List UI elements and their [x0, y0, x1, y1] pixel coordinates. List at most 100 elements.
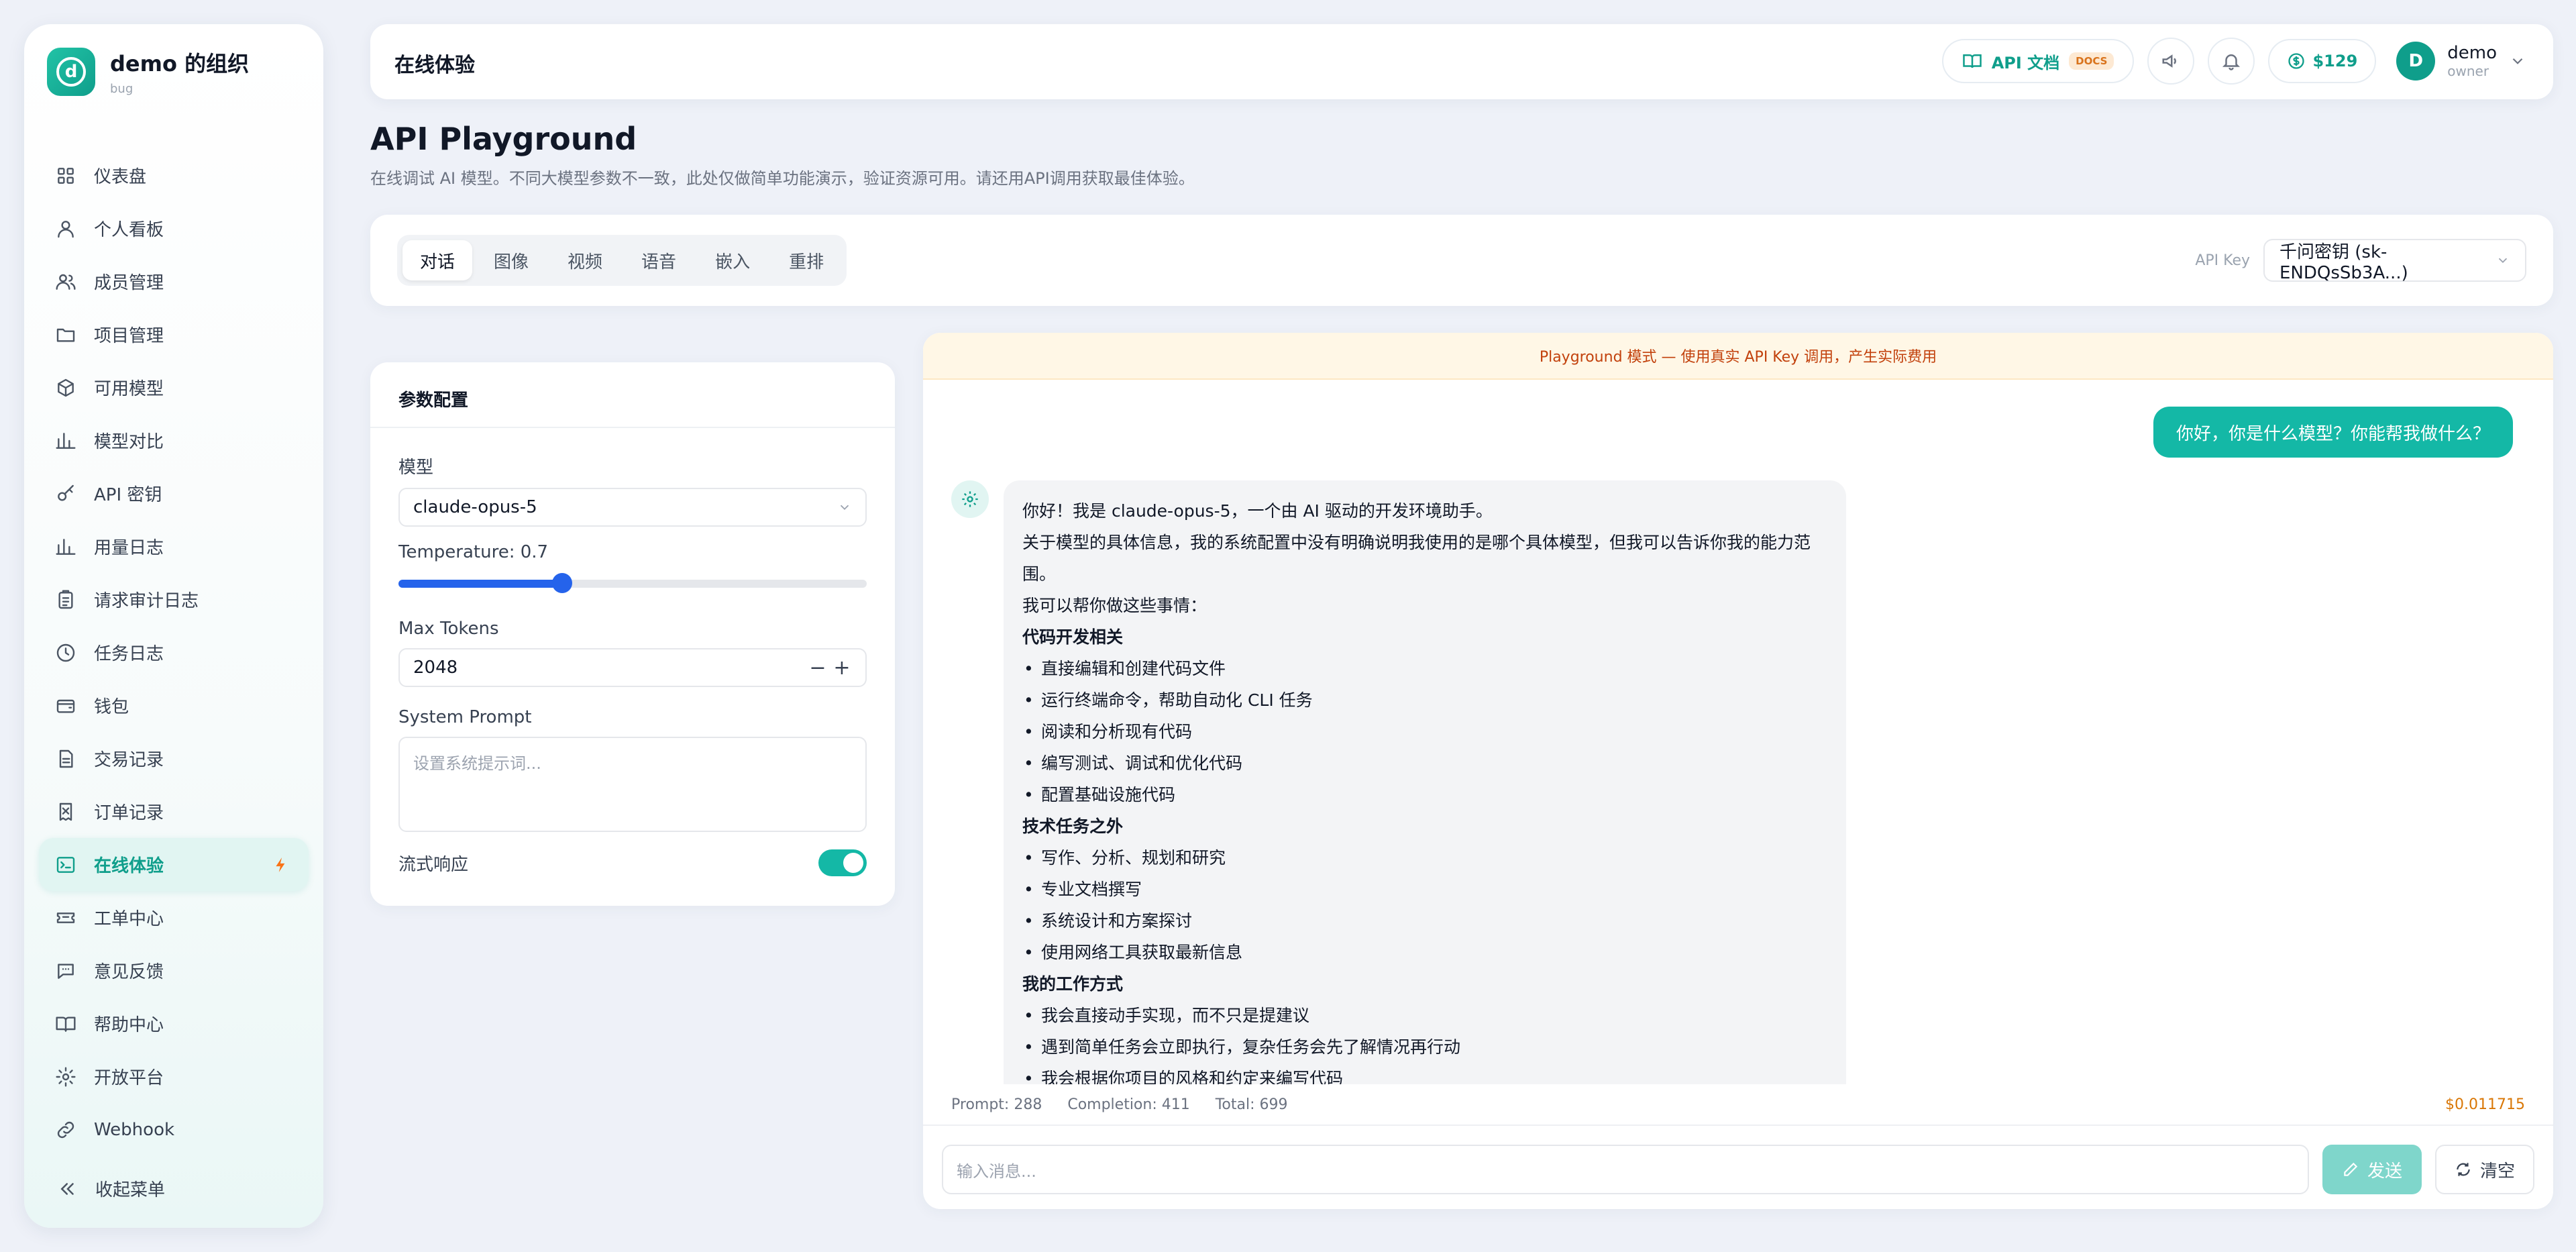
message-list-item: 配置基础设施代码	[1022, 779, 1827, 811]
bar-chart-icon	[56, 432, 76, 449]
send-button[interactable]: 发送	[2322, 1145, 2422, 1194]
message-list-item: 我会根据你项目的风格和约定来编写代码	[1022, 1063, 1827, 1084]
cube-icon	[58, 378, 74, 397]
message-list-item: 编写测试、调试和优化代码	[1022, 747, 1827, 779]
system-prompt-input[interactable]: 设置系统提示词...	[398, 737, 867, 832]
increment-button[interactable]: +	[832, 656, 852, 680]
api-key-select[interactable]: 千问密钥 (sk-ENDQsSb3A...)	[2263, 239, 2526, 283]
params-panel: 参数配置 模型 claude-opus-5 Temperature: 0.7 M…	[370, 362, 895, 906]
clear-button[interactable]: 清空	[2435, 1145, 2534, 1194]
send-label: 发送	[2367, 1161, 2402, 1182]
toggle-knob	[843, 853, 863, 873]
key-icon	[58, 484, 74, 501]
sidebar-item-8[interactable]: 请求审计日志	[39, 573, 309, 626]
max-tokens-label: Max Tokens	[398, 619, 499, 639]
gear-icon	[962, 491, 978, 507]
collapse-menu-button[interactable]: 收起菜单	[58, 1176, 165, 1201]
tab-4[interactable]: 嵌入	[698, 240, 767, 280]
sidebar-item-label: 钱包	[94, 697, 129, 717]
tab-0[interactable]: 对话	[402, 240, 473, 280]
user-name: demo	[2447, 43, 2497, 63]
sidebar-item-label: 模型对比	[94, 432, 164, 452]
message-list-item: 写作、分析、规划和研究	[1022, 842, 1827, 874]
notifications-button[interactable]	[2208, 38, 2255, 85]
request-cost: $0.011715	[2445, 1096, 2525, 1113]
message-heading: 技术任务之外	[1022, 817, 1124, 836]
message-paragraph: 你好！我是 claude-opus-5，一个由 AI 驱动的开发环境助手。	[1022, 501, 1493, 521]
top-header: 在线体验 API 文档 DOCS $129 D demo owner	[370, 24, 2553, 99]
sidebar-item-3[interactable]: 项目管理	[39, 308, 309, 361]
sidebar-item-label: 工单中心	[94, 909, 164, 929]
api-docs-button[interactable]: API 文档 DOCS	[1941, 39, 2135, 83]
page-title: API Playground	[370, 121, 637, 157]
balance-button[interactable]: $129	[2268, 39, 2377, 83]
sidebar-item-18[interactable]: Webhook	[39, 1103, 309, 1156]
sidebar-item-13[interactable]: 在线体验	[39, 838, 309, 891]
assistant-avatar	[951, 480, 989, 518]
sidebar-item-label: 交易记录	[94, 750, 164, 770]
sidebar-item-label: 任务日志	[94, 644, 164, 664]
sidebar-item-5[interactable]: 模型对比	[39, 414, 309, 467]
tab-2[interactable]: 视频	[550, 240, 620, 280]
api-docs-label: API 文档	[1991, 53, 2060, 72]
sidebar-item-17[interactable]: 开放平台	[39, 1050, 309, 1103]
sidebar-item-15[interactable]: 意见反馈	[39, 944, 309, 997]
header-title: 在线体验	[394, 54, 475, 77]
folder-icon	[56, 328, 75, 342]
sidebar-item-12[interactable]: 订单记录	[39, 785, 309, 838]
sidebar-item-16[interactable]: 帮助中心	[39, 997, 309, 1050]
message-list-item: 系统设计和方案探讨	[1022, 905, 1827, 937]
sidebar-item-label: 成员管理	[94, 273, 164, 293]
sidebar-item-label: Webhook	[94, 1119, 175, 1140]
sidebar-item-2[interactable]: 成员管理	[39, 255, 309, 308]
sidebar-item-11[interactable]: 交易记录	[39, 732, 309, 785]
token-usage-bar: Prompt: 288 Completion: 411 Total: 699 $…	[923, 1084, 2553, 1126]
org-switcher[interactable]: d demo 的组织 bug	[47, 47, 249, 96]
model-select[interactable]: claude-opus-5	[398, 488, 867, 527]
temperature-slider-handle[interactable]	[552, 573, 573, 593]
receipt-icon	[59, 802, 72, 821]
message-list[interactable]: 你好，你是什么模型？你能帮我做什么？ 你好！我是 claude-opus-5，一…	[923, 380, 2553, 1084]
announcement-button[interactable]	[2147, 38, 2195, 85]
temperature-slider[interactable]	[398, 573, 867, 593]
sidebar-nav: 仪表盘 个人看板成员管理项目管理 可用模型模型对比 API 密钥 用量日志 请求审计日志任…	[39, 149, 309, 1156]
sidebar: d demo 的组织 bug 仪表盘 个人看板成员管理项目管理 可用模型模型对比 AP…	[24, 24, 323, 1228]
book-icon	[56, 1016, 76, 1032]
message-list-item: 专业文档撰写	[1022, 874, 1827, 905]
refresh-icon	[2457, 1163, 2470, 1176]
total-tokens: Total: 699	[1215, 1096, 1288, 1113]
sidebar-item-0[interactable]: 仪表盘	[39, 149, 309, 202]
sidebar-item-1[interactable]: 个人看板	[39, 202, 309, 255]
terminal-icon	[56, 856, 75, 873]
ticket-icon	[56, 912, 75, 923]
page-description: 在线调试 AI 模型。不同大模型参数不一致，此处仅做简单功能演示，验证资源可用。…	[370, 169, 1195, 188]
user-role: owner	[2447, 63, 2489, 79]
tab-1[interactable]: 图像	[476, 240, 546, 280]
chevron-down-icon	[2512, 58, 2523, 64]
balance-value: $129	[2312, 52, 2358, 70]
max-tokens-stepper[interactable]: 2048 − +	[398, 648, 867, 687]
sidebar-item-6[interactable]: API 密钥	[39, 467, 309, 520]
book-icon	[1962, 54, 1982, 68]
sidebar-item-4[interactable]: 可用模型	[39, 361, 309, 414]
message-input[interactable]: 输入消息...	[942, 1145, 2309, 1194]
temperature-slider-fill	[398, 580, 563, 588]
tab-5[interactable]: 重排	[771, 240, 841, 280]
message-list-item: 使用网络工具获取最新信息	[1022, 937, 1827, 968]
stream-toggle[interactable]	[818, 849, 867, 876]
message-paragraph: 我可以帮你做这些事情：	[1022, 596, 1208, 615]
sidebar-item-9[interactable]: 任务日志	[39, 626, 309, 679]
chat-icon	[58, 963, 74, 979]
sidebar-item-7[interactable]: 用量日志	[39, 520, 309, 573]
tab-3[interactable]: 语音	[624, 240, 694, 280]
avatar: D	[2396, 42, 2436, 81]
assistant-message: 你好！我是 claude-opus-5，一个由 AI 驱动的开发环境助手。 关于模…	[1004, 480, 1846, 1084]
decrement-button[interactable]: −	[808, 656, 828, 680]
user-menu[interactable]: D demo owner	[2396, 42, 2526, 81]
message-list-item: 运行终端命令，帮助自动化 CLI 任务	[1022, 684, 1827, 716]
sidebar-item-10[interactable]: 钱包	[39, 679, 309, 732]
bell-icon	[2222, 54, 2241, 70]
user-icon	[58, 220, 74, 238]
edit-icon	[2344, 1162, 2358, 1176]
sidebar-item-14[interactable]: 工单中心	[39, 891, 309, 944]
